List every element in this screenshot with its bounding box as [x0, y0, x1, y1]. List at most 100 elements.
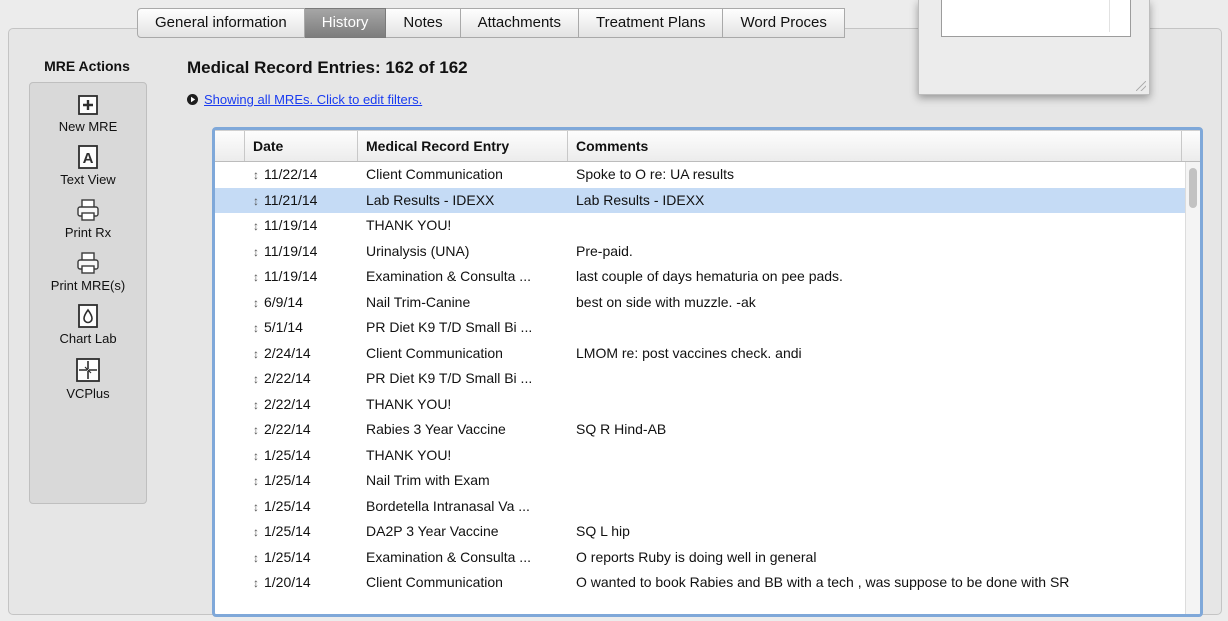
date-cell: ↕ 1/25/14: [245, 494, 358, 520]
row-spacer: [215, 570, 245, 596]
comment-cell: [568, 366, 1182, 392]
entry-cell: Nail Trim-Canine: [366, 293, 471, 310]
row-spacer: [215, 290, 245, 316]
comment-cell: best on side with muzzle. -ak: [576, 293, 756, 310]
entry-cell: Lab Results - IDEXX: [366, 191, 495, 208]
action-print-mre-s-button[interactable]: Print MRE(s): [30, 250, 146, 293]
table-row[interactable]: ↕ 2/22/14 Rabies 3 Year Vaccine SQ R Hind-A…: [215, 417, 1200, 443]
action-new-mre-button[interactable]: New MRE: [30, 93, 146, 134]
comment-cell: O reports Ruby is doing well in general: [576, 548, 817, 565]
vertical-scrollbar[interactable]: [1185, 162, 1200, 614]
table-row[interactable]: ↕ 1/25/14 THANK YOU!: [215, 443, 1200, 469]
sort-arrows-icon: ↕: [253, 193, 259, 208]
table-row[interactable]: ↕ 11/19/14 Examination & Consulta ... last …: [215, 264, 1200, 290]
table-row[interactable]: ↕ 11/19/14 Urinalysis (UNA) Pre-paid.: [215, 239, 1200, 265]
sort-arrows-icon: ↕: [253, 423, 259, 437]
row-spacer: [215, 264, 245, 290]
table-row[interactable]: ↕ 1/25/14 Bordetella Intranasal Va ...: [215, 494, 1200, 520]
date-cell: ↕ 1/20/14: [245, 570, 358, 596]
date-cell: ↕ 1/25/14: [245, 468, 358, 494]
date-cell: ↕ 11/19/14: [245, 213, 358, 239]
row-spacer: [215, 392, 245, 418]
sort-arrows-icon: ↕: [253, 474, 259, 488]
date-value: 2/24/14: [264, 344, 311, 361]
comment-cell: [568, 315, 1182, 341]
column-header-comments[interactable]: Comments: [568, 131, 1182, 161]
date-cell: ↕ 11/22/14: [245, 162, 358, 188]
row-spacer: [215, 239, 245, 265]
sort-arrows-icon: ↕: [253, 576, 259, 590]
letter-a-box-icon: A: [76, 144, 100, 170]
comment-cell: [568, 392, 1182, 418]
table-row[interactable]: ↕ 11/21/14 Lab Results - IDEXX Lab Results …: [215, 187, 1200, 214]
entry-cell: Examination & Consulta ...: [366, 268, 531, 284]
table-row[interactable]: ↕ 11/19/14 THANK YOU!: [215, 213, 1200, 239]
table-row[interactable]: ↕ 1/20/14 Client Communication O wanted to …: [215, 570, 1200, 596]
table-row[interactable]: ↕ 2/24/14 Client Communication LMOM re: pos…: [215, 341, 1200, 367]
table-row[interactable]: ↕ 5/1/14 PR Diet K9 T/D Small Bi ...: [215, 315, 1200, 341]
row-spacer: [215, 315, 245, 341]
table-row[interactable]: ↕ 6/9/14 Nail Trim-Canine best on side with…: [215, 290, 1200, 316]
table-row[interactable]: ↕ 1/25/14 Examination & Consulta ... O repo…: [215, 545, 1200, 571]
column-header-date[interactable]: Date: [245, 131, 358, 161]
tab-general-information[interactable]: General information: [137, 8, 305, 38]
action-text-view-button[interactable]: A Text View: [30, 144, 146, 187]
mre-table: Date Medical Record Entry Comments ↕ 11/22/…: [212, 127, 1203, 617]
sort-arrows-icon: ↕: [253, 270, 259, 284]
date-value: 6/9/14: [264, 293, 303, 310]
sort-arrows-icon: ↕: [253, 525, 259, 539]
column-header-medical-record-entry[interactable]: Medical Record Entry: [358, 131, 568, 161]
date-cell: ↕ 2/22/14: [245, 392, 358, 418]
row-spacer: [215, 162, 245, 188]
row-spacer: [215, 188, 245, 214]
date-cell: ↕ 1/25/14: [245, 443, 358, 469]
filter-row: Showing all MREs. Click to edit filters.: [187, 92, 422, 107]
date-value: 2/22/14: [264, 421, 311, 437]
comment-cell: SQ R Hind-AB: [576, 421, 667, 437]
sort-arrows-icon: ↕: [253, 448, 259, 463]
date-cell: ↕ 6/9/14: [245, 290, 358, 316]
table-row[interactable]: ↕ 2/22/14 PR Diet K9 T/D Small Bi ...: [215, 366, 1200, 392]
table-row[interactable]: ↕ 2/22/14 THANK YOU!: [215, 392, 1200, 418]
entry-cell: Bordetella Intranasal Va ...: [366, 497, 530, 514]
date-value: 1/25/14: [264, 446, 311, 463]
popup-field-scroll: [1109, 0, 1124, 32]
table-row[interactable]: ↕ 1/25/14 Nail Trim with Exam: [215, 468, 1200, 494]
entry-cell: Nail Trim with Exam: [366, 472, 490, 488]
tab-word-proces[interactable]: Word Proces: [723, 8, 845, 38]
date-cell: ↕ 1/25/14: [245, 545, 358, 571]
sort-arrows-icon: ↕: [253, 372, 259, 386]
action-print-rx-button[interactable]: Print Rx: [30, 197, 146, 240]
tab-attachments[interactable]: Attachments: [460, 8, 579, 38]
date-cell: ↕ 2/22/14: [245, 366, 358, 392]
date-value: 1/20/14: [264, 574, 311, 590]
date-value: 11/19/14: [264, 268, 318, 284]
row-spacer: [215, 519, 245, 545]
disclosure-arrow-icon[interactable]: [187, 94, 198, 105]
resize-grip-icon[interactable]: [1136, 81, 1146, 91]
tab-treatment-plans[interactable]: Treatment Plans: [578, 8, 724, 38]
tab-notes[interactable]: Notes: [386, 8, 461, 38]
table-row[interactable]: ↕ 11/22/14 Client Communication Spoke to O …: [215, 162, 1200, 188]
scroll-thumb[interactable]: [1189, 168, 1197, 208]
action-chart-lab-button[interactable]: Chart Lab: [30, 303, 146, 346]
table-row[interactable]: ↕ 1/25/14 DA2P 3 Year Vaccine SQ L hip: [215, 519, 1200, 545]
edit-filters-link[interactable]: Showing all MREs. Click to edit filters.: [204, 92, 422, 107]
header-filler: [1182, 131, 1200, 161]
comment-cell: Pre-paid.: [576, 242, 633, 259]
sort-arrows-icon: ↕: [253, 295, 259, 310]
entry-cell: THANK YOU!: [366, 217, 452, 233]
sort-arrows-icon: ↕: [253, 321, 259, 335]
action-label: Text View: [60, 172, 116, 187]
popup-text-field[interactable]: [941, 0, 1131, 37]
action-label: Print Rx: [64, 225, 112, 240]
comment-cell: last couple of days hematuria on pee pad…: [576, 268, 843, 284]
date-cell: ↕ 2/22/14: [245, 417, 358, 443]
action-vcplus-button[interactable]: VCPlus: [30, 356, 146, 401]
sort-arrows-icon: ↕: [253, 397, 259, 412]
date-value: 5/1/14: [264, 319, 303, 335]
tab-history[interactable]: History: [304, 8, 387, 38]
date-value: 2/22/14: [264, 370, 311, 386]
mre-actions-sidebar: MRE Actions New MRE A Text View Print Rx Pri…: [29, 56, 147, 504]
table-body[interactable]: ↕ 11/22/14 Client Communication Spoke to O …: [215, 162, 1200, 614]
